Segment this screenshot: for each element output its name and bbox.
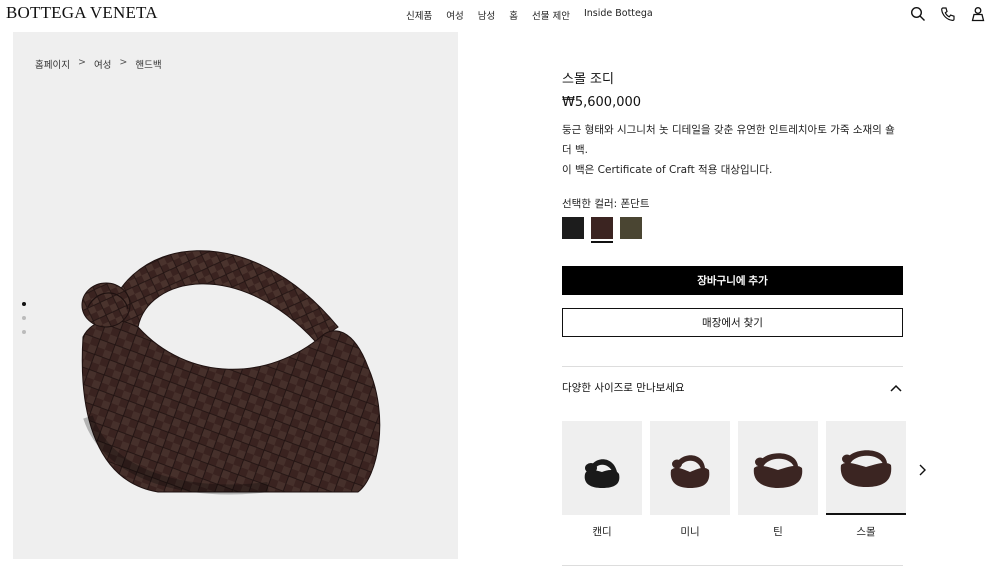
product-info: 스몰 조디 ₩5,600,000 둥근 형태와 시그니처 놋 디테일을 갖춘 유… bbox=[562, 68, 903, 408]
breadcrumb: 홈페이지 > 여성 > 핸드백 bbox=[35, 57, 162, 71]
sizes-header-label: 다양한 사이즈로 만나보세요 bbox=[562, 382, 685, 394]
phone-icon[interactable] bbox=[940, 6, 956, 22]
size-thumbnail bbox=[650, 421, 730, 515]
product-title: 스몰 조디 bbox=[562, 72, 614, 87]
size-card-candy[interactable]: 캔디 bbox=[562, 421, 642, 539]
size-carousel: 캔디 미니 틴 스몰 bbox=[562, 421, 906, 539]
size-thumbnail bbox=[738, 421, 818, 515]
gallery-dot[interactable] bbox=[22, 302, 26, 306]
bag-thumbnail-icon bbox=[670, 455, 710, 488]
breadcrumb-separator: > bbox=[77, 57, 86, 68]
nav-item-home[interactable]: 홈 bbox=[509, 8, 518, 22]
color-swatches bbox=[562, 217, 903, 243]
certificate-text: 이 백은 Certificate of Craft 적용 대상입니다. bbox=[562, 164, 773, 176]
gallery-dot[interactable] bbox=[22, 316, 26, 320]
add-to-cart-button[interactable]: 장바구니에 추가 bbox=[562, 266, 903, 295]
product-description: 둥근 형태와 시그니처 놋 디테일을 갖춘 유연한 인트레치아토 가죽 소재의 … bbox=[562, 120, 903, 180]
color-swatch-olive[interactable] bbox=[620, 217, 642, 239]
breadcrumb-separator: > bbox=[119, 57, 128, 68]
nav-item-men[interactable]: 남성 bbox=[478, 8, 495, 22]
search-icon[interactable] bbox=[910, 6, 926, 22]
size-label: 스몰 bbox=[856, 526, 876, 538]
main-nav: 신제품 여성 남성 홈 선물 제안 Inside Bottega bbox=[406, 8, 653, 22]
size-thumbnail bbox=[562, 421, 642, 515]
gallery-pagination bbox=[22, 302, 26, 334]
size-thumbnail-selected bbox=[826, 421, 906, 515]
brand-logo[interactable]: BOTTEGA VENETA bbox=[6, 3, 158, 23]
size-card-mini[interactable]: 미니 bbox=[650, 421, 730, 539]
bag-thumbnail-icon bbox=[753, 453, 803, 488]
product-price: ₩5,600,000 bbox=[562, 95, 642, 110]
selected-color-label: 선택한 컬러: 폰단트 bbox=[562, 198, 650, 210]
size-label: 미니 bbox=[680, 526, 700, 538]
color-swatch-black[interactable] bbox=[562, 217, 584, 239]
description-text: 둥근 형태와 시그니처 놋 디테일을 갖춘 유연한 인트레치아토 가죽 소재의 … bbox=[562, 124, 895, 156]
product-gallery[interactable]: 홈페이지 > 여성 > 핸드백 bbox=[13, 32, 458, 559]
find-in-store-button[interactable]: 매장에서 찾기 bbox=[562, 308, 903, 337]
chevron-up-icon[interactable] bbox=[889, 381, 903, 395]
bag-thumbnail-icon bbox=[584, 459, 620, 488]
product-image bbox=[81, 250, 381, 495]
breadcrumb-women[interactable]: 여성 bbox=[94, 57, 111, 71]
nav-item-inside-bottega[interactable]: Inside Bottega bbox=[584, 8, 653, 22]
bag-thumbnail-icon bbox=[840, 450, 892, 487]
site-header: BOTTEGA VENETA 신제품 여성 남성 홈 선물 제안 Inside … bbox=[0, 0, 1000, 30]
size-card-teen[interactable]: 틴 bbox=[738, 421, 818, 539]
sizes-accordion-header[interactable]: 다양한 사이즈로 만나보세요 bbox=[562, 367, 903, 408]
divider bbox=[562, 565, 903, 566]
gallery-dot[interactable] bbox=[22, 330, 26, 334]
size-card-small[interactable]: 스몰 bbox=[826, 421, 906, 539]
nav-item-new[interactable]: 신제품 bbox=[406, 8, 432, 22]
chevron-right-icon[interactable] bbox=[916, 462, 928, 478]
size-label: 틴 bbox=[773, 526, 783, 538]
nav-item-gifts[interactable]: 선물 제안 bbox=[532, 8, 570, 22]
account-icon[interactable] bbox=[970, 6, 986, 22]
color-swatch-fondant[interactable] bbox=[591, 217, 613, 243]
size-label: 캔디 bbox=[592, 526, 612, 538]
nav-item-women[interactable]: 여성 bbox=[446, 8, 463, 22]
breadcrumb-handbags[interactable]: 핸드백 bbox=[135, 57, 161, 71]
breadcrumb-home[interactable]: 홈페이지 bbox=[35, 57, 70, 71]
header-actions bbox=[910, 6, 986, 22]
